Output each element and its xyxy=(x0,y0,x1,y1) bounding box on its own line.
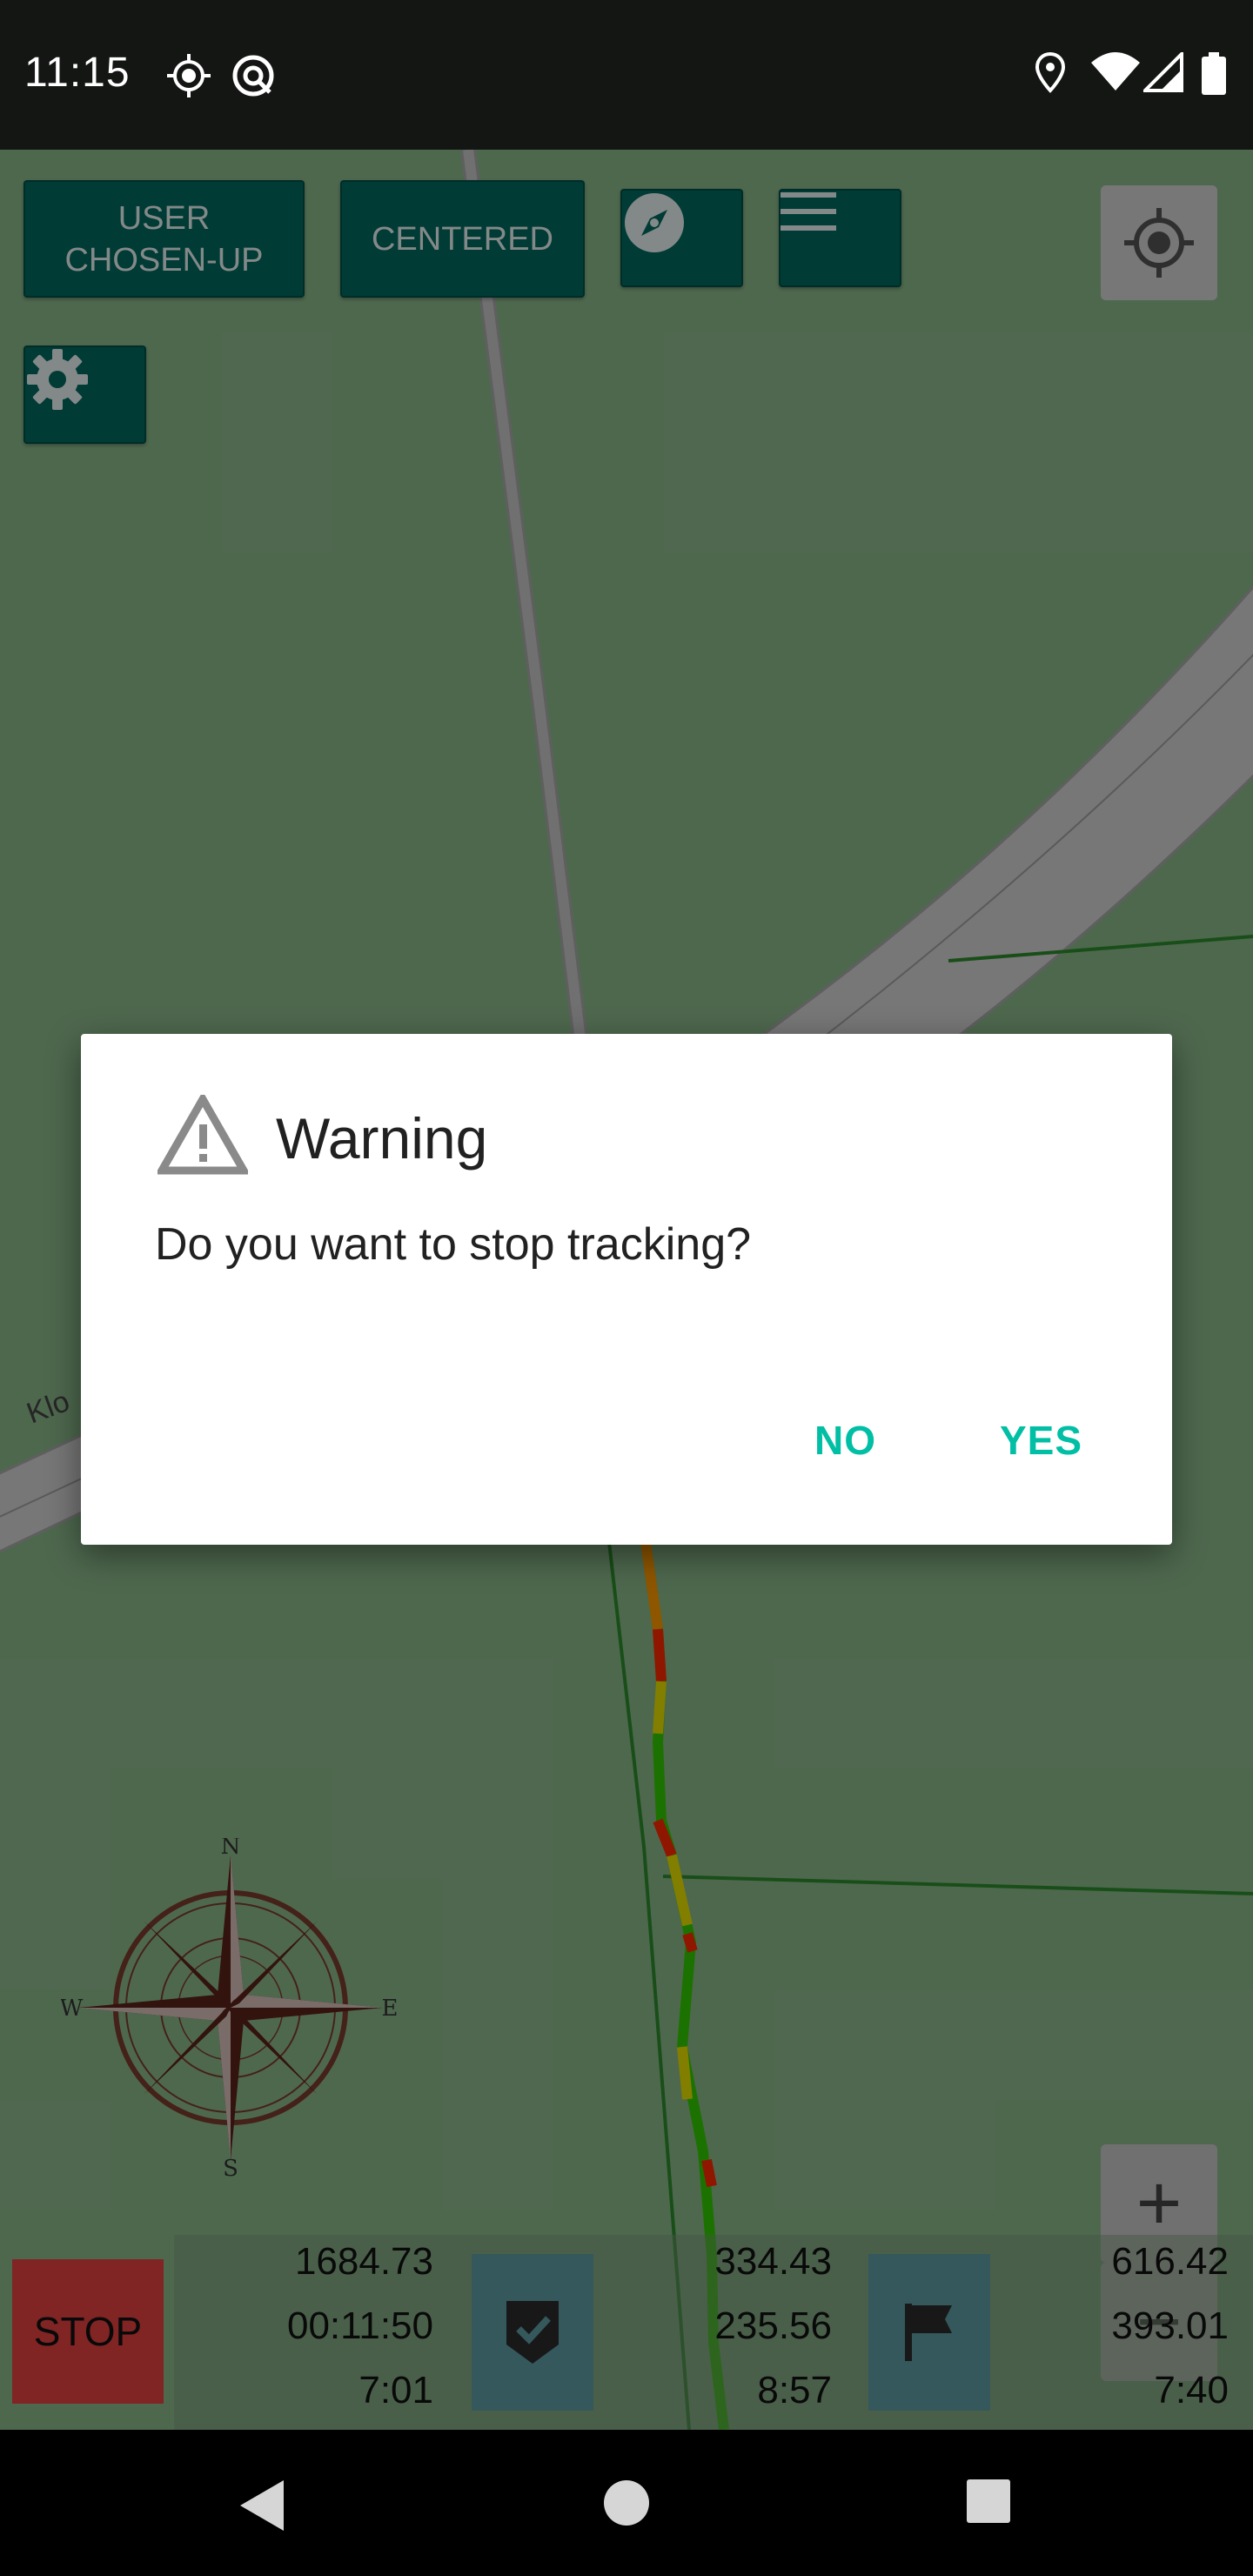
home-circle-icon[interactable] xyxy=(600,2477,653,2529)
cell-signal-icon xyxy=(1143,52,1183,92)
recents-square-icon[interactable] xyxy=(964,2477,1013,2526)
dialog-message: Do you want to stop tracking? xyxy=(155,1219,752,1270)
sync-icon xyxy=(232,55,274,97)
battery-icon xyxy=(1202,52,1226,95)
wifi-icon xyxy=(1091,52,1140,91)
no-button[interactable]: NO xyxy=(814,1417,876,1464)
dialog-title: Warning xyxy=(276,1106,488,1171)
navigation-bar xyxy=(0,2430,1253,2576)
back-triangle-icon[interactable] xyxy=(235,2477,287,2534)
warning-dialog: Warning Do you want to stop tracking? NO… xyxy=(81,1034,1172,1545)
warning-triangle-icon xyxy=(157,1095,248,1175)
gps-icon xyxy=(167,54,211,97)
status-bar: 11:15 xyxy=(0,0,1253,150)
yes-button[interactable]: YES xyxy=(1000,1417,1082,1464)
status-time: 11:15 xyxy=(24,50,131,96)
location-pin-icon xyxy=(1035,52,1065,93)
